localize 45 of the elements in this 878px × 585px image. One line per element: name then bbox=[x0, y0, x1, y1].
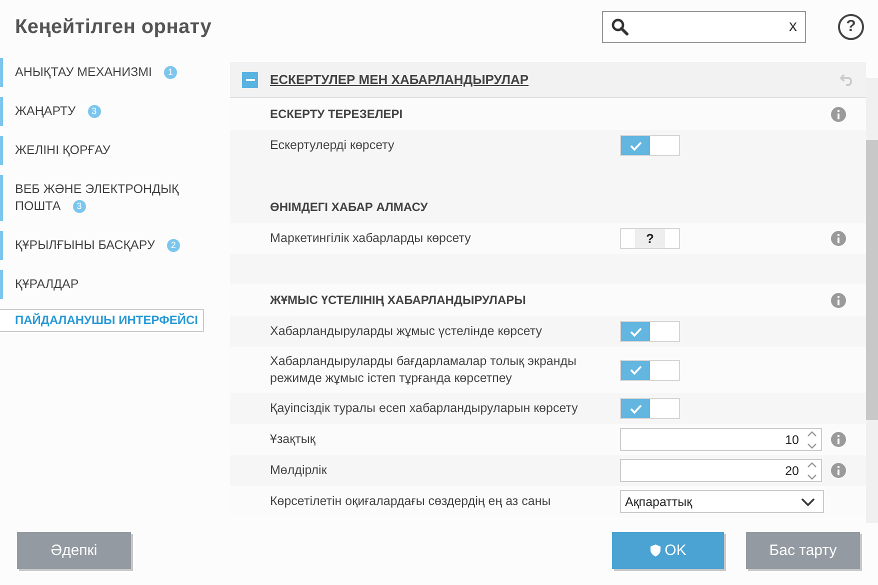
setting-label: Көрсетілетін оқиғалардағы сөздердің ең аз саны bbox=[270, 493, 552, 510]
setting-label: Ұзақтық bbox=[270, 431, 316, 448]
info-icon[interactable] bbox=[831, 432, 846, 447]
setting-label: Қауіпсіздік туралы есеп хабарландыруларын көрсету bbox=[270, 400, 579, 417]
spinner-arrows-icon[interactable] bbox=[807, 428, 817, 450]
section-title[interactable]: ЕСКЕРТУЛЕР МЕН ХАБАРЛАНДЫРУЛАР bbox=[270, 72, 840, 87]
info-icon[interactable] bbox=[831, 463, 846, 478]
info-icon[interactable] bbox=[831, 231, 846, 246]
check-icon bbox=[630, 140, 642, 150]
check-icon bbox=[630, 326, 642, 336]
scrollbar[interactable] bbox=[866, 78, 878, 523]
check-icon bbox=[630, 404, 642, 414]
count-badge: 1 bbox=[164, 66, 178, 79]
shield-icon bbox=[650, 544, 661, 556]
count-badge: 2 bbox=[166, 239, 180, 252]
help-button[interactable]: ? bbox=[838, 14, 864, 40]
collapse-button[interactable] bbox=[242, 72, 258, 88]
toggle-switch[interactable] bbox=[620, 135, 680, 156]
window-title: Кеңейтілген орнату bbox=[15, 16, 213, 38]
group-heading: ЖҰМЫС ҮСТЕЛІНІҢ ХАБАРЛАНДЫРУЛАРЫ bbox=[270, 293, 527, 307]
toggle-switch[interactable] bbox=[620, 321, 680, 342]
toggle-switch[interactable]: ? bbox=[620, 228, 680, 249]
toggle-switch[interactable] bbox=[620, 360, 680, 380]
group-heading: ЕСКЕРТУ ТЕРЕЗЕЛЕРІ bbox=[270, 107, 404, 121]
number-field[interactable]: 10 bbox=[620, 428, 822, 451]
spinner-arrows-icon[interactable] bbox=[807, 460, 817, 482]
undo-icon[interactable] bbox=[840, 74, 854, 86]
toggle-switch[interactable] bbox=[620, 398, 680, 419]
setting-label: Маркетингілік хабарларды көрсету bbox=[270, 230, 472, 247]
group-heading: ӨНІМДЕГІ ХАБАР АЛМАСУ bbox=[270, 200, 429, 214]
setting-label: Хабарландыруларды бағдарламалар толық экранды режимде жұмыс істеп тұрғанда көрсетпеу bbox=[270, 353, 578, 387]
dropdown[interactable]: Ақпараттық bbox=[620, 490, 824, 513]
info-icon[interactable] bbox=[831, 292, 846, 308]
count-badge: 3 bbox=[72, 200, 86, 213]
info-icon[interactable] bbox=[831, 106, 846, 122]
search-field[interactable]: x bbox=[602, 11, 806, 43]
count-badge: 3 bbox=[88, 105, 101, 118]
setting-label: Хабарландыруларды жұмыс үстелінде көрсету bbox=[270, 323, 544, 340]
number-field[interactable]: 20 bbox=[620, 459, 822, 482]
search-icon bbox=[611, 18, 629, 36]
check-icon bbox=[630, 365, 642, 375]
setting-label: Ескертулерді көрсету bbox=[270, 137, 396, 154]
setting-label: Мөлдірлік bbox=[270, 462, 328, 479]
chevron-down-icon bbox=[801, 498, 815, 506]
clear-button[interactable]: x bbox=[789, 18, 797, 36]
